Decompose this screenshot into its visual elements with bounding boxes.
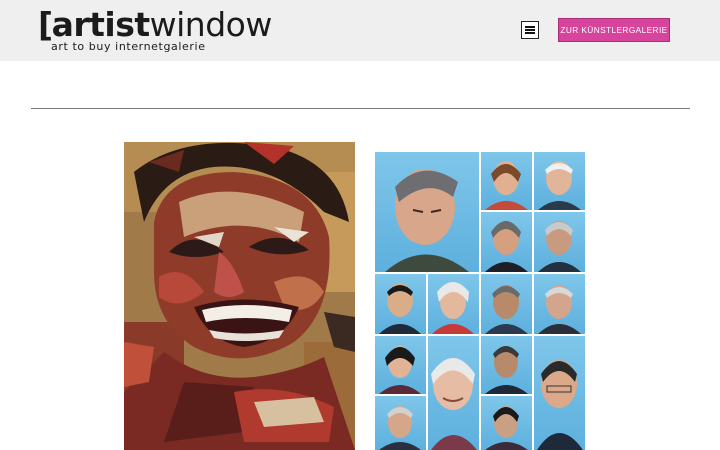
artist-gallery-button[interactable]: ZUR KÜNSTLERGALERIE (558, 18, 670, 42)
painting-smiling-child[interactable] (124, 142, 355, 450)
painting-smiling-child-artwork (124, 142, 355, 450)
logo-tagline: art to buy internetgalerie (51, 40, 206, 53)
portrait-collage-artwork (373, 152, 587, 450)
logo-word-window: window (149, 5, 273, 44)
hamburger-icon (525, 26, 535, 34)
menu-toggle-button[interactable] (521, 21, 539, 39)
site-header: [artistwindow art to buy internetgalerie… (0, 0, 720, 61)
logo-wordmark: [artistwindow (38, 8, 272, 42)
logo-word-artist: artist (51, 5, 151, 44)
logo-bracket: [ (38, 5, 53, 44)
portrait-collage[interactable] (373, 152, 587, 450)
content-divider (31, 108, 690, 109)
site-logo[interactable]: [artistwindow art to buy internetgalerie (38, 8, 278, 56)
